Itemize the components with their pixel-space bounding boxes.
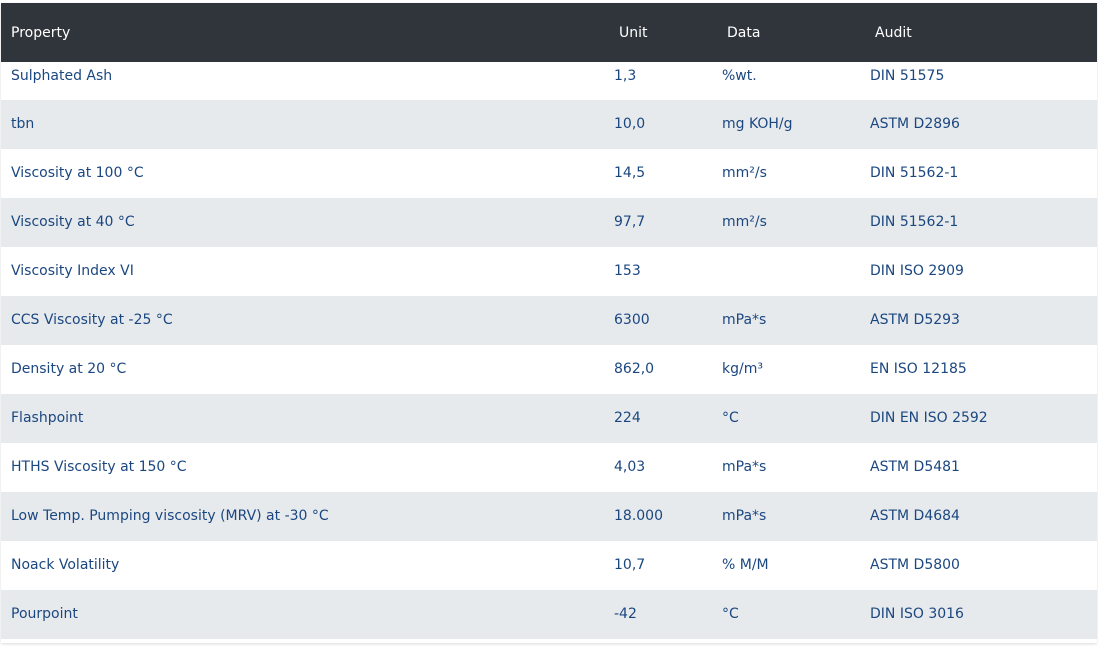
cell-unit: kg/m³: [722, 361, 763, 377]
cell-property: Density at 20 °C: [11, 361, 127, 377]
cell-value: 4,03: [614, 459, 646, 475]
cell-value: 862,0: [614, 361, 655, 377]
cell-property: Sulphated Ash: [11, 68, 113, 84]
cell-unit: % M/M: [722, 557, 769, 573]
table-row: Flashpoint 224 °C DIN EN ISO 2592: [1, 394, 1097, 443]
cell-unit: mPa*s: [722, 312, 767, 328]
cell-property: HTHS Viscosity at 150 °C: [11, 459, 187, 475]
cell-property: Noack Volatility: [11, 557, 120, 573]
table-row: Density at 20 °C 862,0 kg/m³ EN ISO 1218…: [1, 345, 1097, 394]
cell-value: 1,3: [614, 68, 637, 84]
header-data[interactable]: Data: [727, 24, 760, 42]
cell-value: 97,7: [614, 214, 646, 230]
table-row: Sulphated Ash 1,3 %wt. DIN 51575: [1, 62, 1097, 100]
table-row: Viscosity at 100 °C 14,5 mm²/s DIN 51562…: [1, 149, 1097, 198]
cell-audit: ASTM D5800: [870, 557, 960, 573]
cell-value: 10,7: [614, 557, 646, 573]
table-row: Viscosity Index VI 153 DIN ISO 2909: [1, 247, 1097, 296]
cell-unit: %wt.: [722, 68, 757, 84]
cell-audit: EN ISO 12185: [870, 361, 967, 377]
cell-audit: ASTM D4684: [870, 508, 960, 524]
header-unit[interactable]: Unit: [619, 24, 648, 42]
cell-property: Pourpoint: [11, 606, 78, 622]
table-header: Property Unit Data Audit: [1, 3, 1097, 62]
cell-audit: DIN 51562-1: [870, 214, 959, 230]
cell-value: 6300: [614, 312, 650, 328]
cell-property: CCS Viscosity at -25 °C: [11, 312, 173, 328]
cell-audit: ASTM D5293: [870, 312, 960, 328]
table-row: HTHS Viscosity at 150 °C 4,03 mPa*s ASTM…: [1, 443, 1097, 492]
cell-unit: mm²/s: [722, 214, 767, 230]
table-row: Viscosity at 40 °C 97,7 mm²/s DIN 51562-…: [1, 198, 1097, 247]
cell-unit: mm²/s: [722, 165, 767, 181]
cell-value: 18.000: [614, 508, 663, 524]
cell-audit: DIN ISO 2909: [870, 263, 964, 279]
properties-table: Property Unit Data Audit Sulphated Ash 1…: [1, 3, 1097, 643]
cell-unit: °C: [722, 606, 739, 622]
cell-audit: DIN 51575: [870, 68, 945, 84]
cell-audit: DIN 51562-1: [870, 165, 959, 181]
cell-audit: ASTM D5481: [870, 459, 960, 475]
cell-unit: mPa*s: [722, 508, 767, 524]
cell-unit: °C: [722, 410, 739, 426]
cell-property: Low Temp. Pumping viscosity (MRV) at -30…: [11, 508, 329, 524]
cell-audit: ASTM D2896: [870, 116, 960, 132]
cell-audit: DIN EN ISO 2592: [870, 410, 988, 426]
cell-property: tbn: [11, 116, 35, 132]
cell-value: 14,5: [614, 165, 646, 181]
table-row: tbn 10,0 mg KOH/g ASTM D2896: [1, 100, 1097, 149]
table-row: Noack Volatility 10,7 % M/M ASTM D5800: [1, 541, 1097, 590]
table-row: Pourpoint -42 °C DIN ISO 3016: [1, 590, 1097, 639]
cell-property: Viscosity Index VI: [11, 263, 134, 279]
cell-value: -42: [614, 606, 637, 622]
header-property[interactable]: Property: [11, 24, 70, 42]
table-body: Sulphated Ash 1,3 %wt. DIN 51575 tbn 10,…: [1, 62, 1097, 639]
cell-value: 10,0: [614, 116, 646, 132]
cell-audit: DIN ISO 3016: [870, 606, 964, 622]
cell-property: Viscosity at 40 °C: [11, 214, 135, 230]
cell-unit: mPa*s: [722, 459, 767, 475]
cell-property: Viscosity at 100 °C: [11, 165, 144, 181]
table-row: Low Temp. Pumping viscosity (MRV) at -30…: [1, 492, 1097, 541]
cell-value: 224: [614, 410, 641, 426]
cell-property: Flashpoint: [11, 410, 84, 426]
table-row: CCS Viscosity at -25 °C 6300 mPa*s ASTM …: [1, 296, 1097, 345]
header-audit[interactable]: Audit: [875, 24, 912, 42]
cell-value: 153: [614, 263, 641, 279]
cell-unit: mg KOH/g: [722, 116, 793, 132]
